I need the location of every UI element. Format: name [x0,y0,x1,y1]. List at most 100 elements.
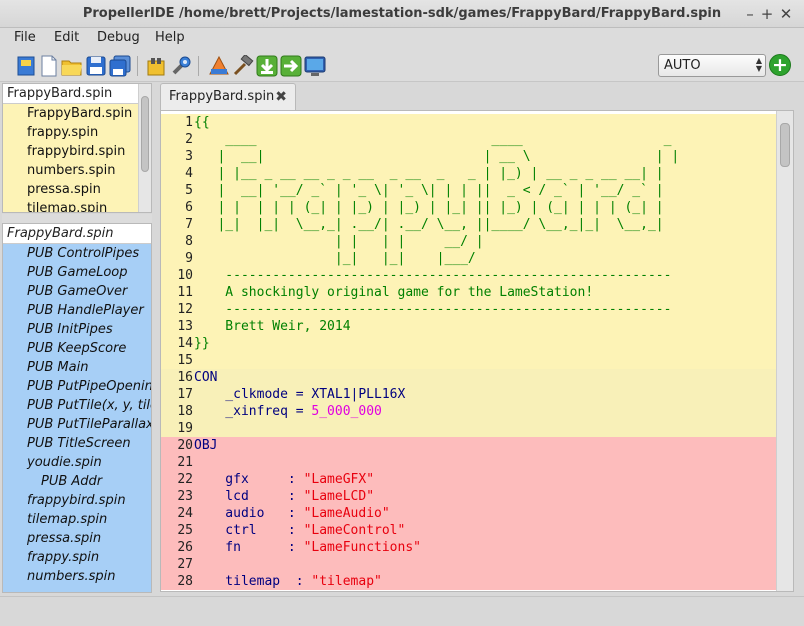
code-line: 20 OBJ [161,437,777,454]
preferences-icon[interactable] [170,55,192,77]
open-files-header: FrappyBard.spin [3,84,151,104]
menu-edit[interactable]: Edit [54,30,79,45]
code-line: 4 | |__ _ __ __ _ _ __ _ __ _ _ | |_) | … [161,165,777,182]
code-text: | __| '__/ _` | '_ \| '_ \| | | || _ < /… [194,182,663,199]
code-token: ____ ____ _ [194,132,672,147]
memory-map-icon[interactable] [208,55,230,77]
outline-item[interactable]: PUB PutPipeOpening [3,377,151,396]
maximize-button[interactable]: + [757,0,777,28]
file-list-item[interactable]: numbers.spin [3,161,151,180]
outline-item[interactable]: PUB TitleScreen [3,434,151,453]
line-number: 23 [177,489,193,504]
outline-item[interactable]: PUB Main [3,358,151,377]
download-ram-icon[interactable] [256,55,278,77]
code-token: | | | | __/ | [194,234,484,249]
code-text: A shockingly original game for the LameS… [194,284,593,301]
line-number: 14 [177,336,193,351]
outline-item[interactable]: frappybird.spin [3,491,151,510]
code-token: gfx : [194,472,304,487]
outline-item[interactable]: PUB InitPipes [3,320,151,339]
add-port-button[interactable]: + [769,54,791,76]
save-icon[interactable] [85,55,107,77]
line-number: 12 [177,302,193,317]
code-line: 11 A shockingly original game for the La… [161,284,777,301]
outline-item[interactable]: tilemap.spin [3,510,151,529]
code-token: A shockingly original game for the LameS… [194,285,594,300]
close-tab-icon[interactable]: ✖ [275,84,287,110]
outline-item[interactable]: youdie.spin [3,453,151,472]
file-list-item[interactable]: pressa.spin [3,180,151,199]
close-window-button[interactable]: ✕ [776,0,796,28]
outline-item[interactable]: pressa.spin [3,529,151,548]
outline-item[interactable]: PUB ControlPipes [3,244,151,263]
menu-help[interactable]: Help [155,30,185,45]
save-all-icon[interactable] [109,55,131,77]
code-text: fn : "LameFunctions" [194,539,421,556]
code-text: | __| | __ \ | | [194,148,679,165]
menu-file[interactable]: File [14,30,36,45]
code-line: 3 | __| | __ \ | | [161,148,777,165]
code-text: |_| |_| \__,_| .__/| .__/ \__, ||____/ \… [194,216,663,233]
file-list-scrollbar[interactable] [138,84,151,212]
open-folder-icon[interactable] [61,55,83,77]
outline-item[interactable]: PUB Addr [3,472,151,491]
code-token: "tilemap" [311,574,382,589]
outline-item[interactable]: PUB GameOver [3,282,151,301]
code-line: 5 | __| '__/ _` | '_ \| '_ \| | | || _ <… [161,182,777,199]
code-text: tilemap : "tilemap" [194,573,382,590]
editor-scroll-thumb[interactable] [780,123,790,167]
code-text: audio : "LameAudio" [194,505,390,522]
line-number: 6 [185,200,193,215]
code-text: | | | | __/ | [194,233,484,250]
outline-tree: FrappyBard.spin PUB ControlPipes PUB Game… [2,223,152,593]
code-token: ----------------------------------------… [194,302,672,317]
code-text: | | | | | (_| | |_) | |_) | |_| || |_) |… [194,199,663,216]
port-select[interactable]: AUTO ▲ ▼ [658,54,766,77]
download-eeprom-icon[interactable] [280,55,302,77]
line-number: 24 [177,506,193,521]
outline-item[interactable]: PUB HandlePlayer [3,301,151,320]
outline-item[interactable]: PUB KeepScore [3,339,151,358]
terminal-icon[interactable] [304,55,326,77]
code-line: 12 -------------------------------------… [161,301,777,318]
code-editor[interactable]: 1{{2 ____ ____ _ 3 | __| | __ \ | | 4 | |_… [160,110,794,592]
outline-item[interactable]: PUB PutTileParallax [3,415,151,434]
file-list-item[interactable]: frappy.spin [3,123,151,142]
tab-frappybard[interactable]: FrappyBard.spin ✖ [160,83,296,110]
code-text: }} [194,335,210,352]
outline-item[interactable]: PUB PutTile(x, y, tile) [3,396,151,415]
sidebar-splitter[interactable] [2,214,152,223]
line-number: 11 [177,285,193,300]
file-list-item[interactable]: FrappyBard.spin [3,104,151,123]
code-line: 16 CON [161,369,777,386]
file-list-item[interactable]: frappybird.spin [3,142,151,161]
menu-debug[interactable]: Debug [97,30,140,45]
file-list-item[interactable]: tilemap.spin [3,199,151,212]
outline-item[interactable]: frappy.spin [3,548,151,567]
line-number: 16 [177,370,193,385]
editor-scrollbar[interactable] [776,111,793,591]
code-token: ----------------------------------------… [194,268,672,283]
find-icon[interactable] [146,55,168,77]
code-token: _clkmode = XTAL1|PLL16X [194,387,406,402]
code-text: lcd : "LameLCD" [194,488,374,505]
code-line: 14}} [161,335,777,352]
open-files-items: FrappyBard.spin frappy.spin frappybird.spi… [3,104,151,212]
file-list-scroll-thumb[interactable] [141,96,149,172]
build-icon[interactable] [232,55,254,77]
outline-item[interactable]: PUB GameLoop [3,263,151,282]
chevron-updown-icon: ▲ ▼ [755,56,762,73]
code-line: 22 gfx : "LameGFX" [161,471,777,488]
line-number: 4 [185,166,193,181]
window-title: PropellerIDE /home/brett/Projects/lamest… [82,6,722,21]
outline-item[interactable]: numbers.spin [3,567,151,586]
select-icon[interactable] [15,55,37,77]
code-line: 7 |_| |_| \__,_| .__/| .__/ \__, ||____/… [161,216,777,233]
open-files-list: FrappyBard.spin FrappyBard.spin frappy.sp… [2,83,152,213]
code-line: 1{{ [161,114,777,131]
new-file-icon[interactable] [38,55,60,77]
code-line: 19 [161,420,777,437]
code-line: 13 Brett Weir, 2014 [161,318,777,335]
code-token: "LameAudio" [303,506,390,521]
code-line: 17 _clkmode = XTAL1|PLL16X [161,386,777,403]
